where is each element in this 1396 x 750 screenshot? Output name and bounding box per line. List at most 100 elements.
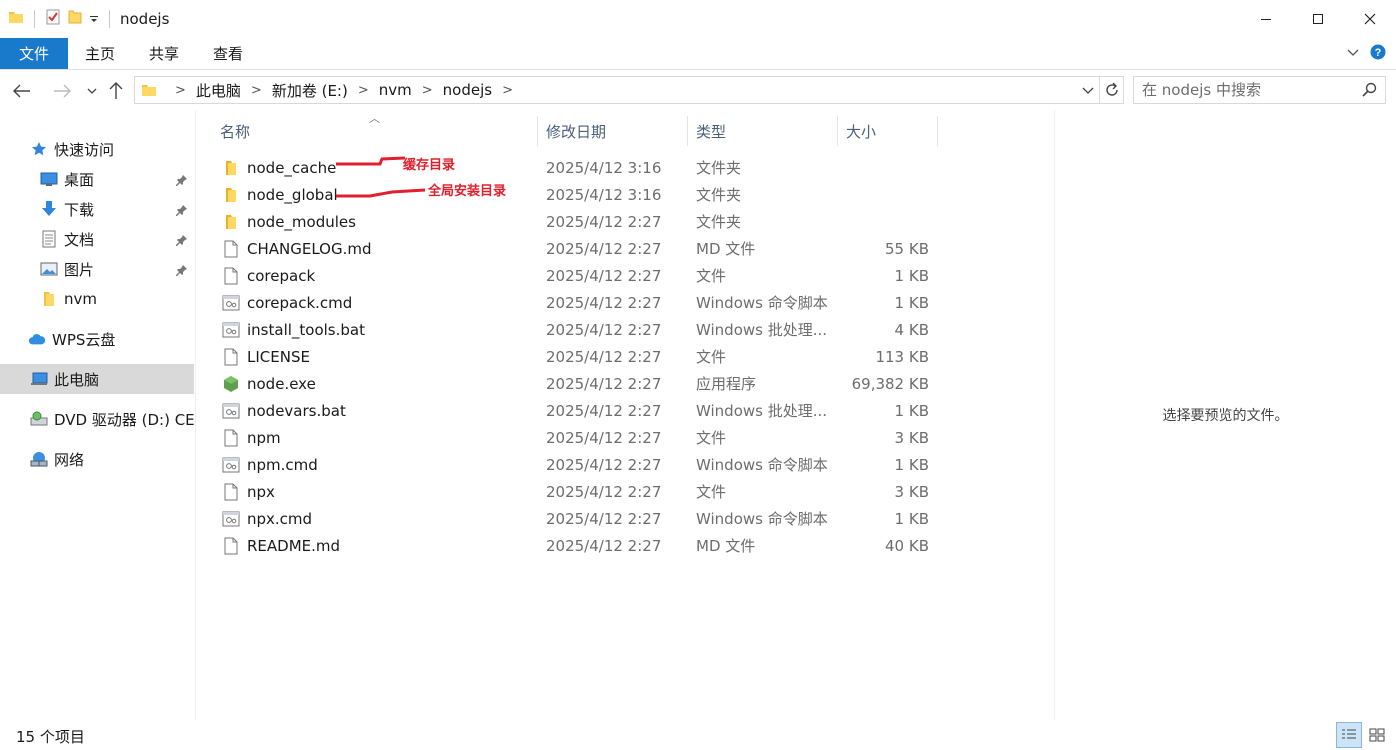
file-date: 2025/4/12 2:27 (546, 401, 662, 420)
sidebar-item-downloads[interactable]: 下载 (0, 194, 194, 224)
file-date: 2025/4/12 2:27 (546, 509, 662, 528)
file-row[interactable]: node_cache 2025/4/12 3:16 文件夹 (198, 154, 943, 181)
pin-icon[interactable] (176, 232, 188, 250)
sidebar-item-label: WPS云盘 (52, 330, 116, 349)
network-icon (30, 450, 48, 468)
file-size: 3 KB (894, 428, 929, 447)
file-date: 2025/4/12 2:27 (546, 536, 662, 555)
breadcrumb-separator-icon[interactable]: > (358, 83, 369, 98)
ribbon-tabs: 文件 主页 共享 查看 ? (0, 38, 1396, 70)
sidebar-item-label: 图片 (64, 260, 95, 279)
file-row[interactable]: npx.cmd 2025/4/12 2:27 Windows 命令脚本 1 KB (198, 505, 943, 532)
file-size (838, 154, 929, 181)
file-row[interactable]: CHANGELOG.md 2025/4/12 2:27 MD 文件 55 KB (198, 235, 943, 262)
help-icon[interactable]: ? (1370, 44, 1386, 64)
breadcrumb-nvm[interactable]: nvm (379, 81, 412, 99)
breadcrumb-separator-icon[interactable]: > (175, 83, 186, 98)
sidebar-item-label: 桌面 (64, 170, 95, 189)
pictures-icon (40, 260, 58, 278)
sidebar-item-quick-access[interactable]: 快速访问 (0, 134, 194, 164)
customize-toolbar-icon[interactable] (89, 10, 99, 28)
sidebar-item-desktop[interactable]: 桌面 (0, 164, 194, 194)
folder-icon (40, 290, 58, 308)
new-folder-icon[interactable] (67, 9, 83, 29)
column-header-size[interactable]: 大小 (838, 116, 938, 146)
tab-view[interactable]: 查看 (196, 38, 260, 69)
file-name: corepack.cmd (247, 293, 353, 312)
file-date: 2025/4/12 3:16 (546, 158, 662, 177)
arrow-up-icon (109, 82, 123, 99)
search-input[interactable] (1142, 81, 1352, 99)
column-header-name[interactable]: 名称 (212, 116, 538, 146)
column-header-date[interactable]: 修改日期 (538, 116, 688, 146)
back-button[interactable] (10, 78, 34, 104)
folder-icon[interactable] (8, 9, 24, 29)
file-row[interactable]: node.exe 2025/4/12 2:27 应用程序 69,382 KB (198, 370, 943, 397)
sidebar-item-documents[interactable]: 文档 (0, 224, 194, 254)
minimize-button[interactable] (1240, 0, 1292, 38)
arrow-right-icon (54, 84, 71, 98)
up-button[interactable] (104, 78, 128, 104)
tab-share[interactable]: 共享 (132, 38, 196, 69)
file-name: npx.cmd (247, 509, 313, 528)
file-row[interactable]: node_modules 2025/4/12 2:27 文件夹 (198, 208, 943, 235)
file-size (838, 208, 929, 235)
sidebar-item-network[interactable]: 网络 (0, 444, 194, 474)
tab-file[interactable]: 文件 (0, 38, 68, 69)
file-row[interactable]: npx 2025/4/12 2:27 文件 3 KB (198, 478, 943, 505)
breadcrumb-separator-icon[interactable]: > (251, 83, 262, 98)
file-row[interactable]: LICENSE 2025/4/12 2:27 文件 113 KB (198, 343, 943, 370)
file-icon (222, 262, 240, 289)
file-name: LICENSE (247, 347, 310, 366)
maximize-button[interactable] (1292, 0, 1344, 38)
script-icon (222, 289, 240, 316)
address-bar[interactable]: > 此电脑 > 新加卷 (E:) > nvm > nodejs > (134, 76, 1100, 104)
sidebar-item-pictures[interactable]: 图片 (0, 254, 194, 284)
properties-icon[interactable] (45, 9, 61, 29)
file-row[interactable]: node_global 2025/4/12 3:16 文件夹 (198, 181, 943, 208)
file-row[interactable]: README.md 2025/4/12 2:27 MD 文件 40 KB (198, 532, 943, 559)
sidebar-item-nvm[interactable]: nvm (0, 284, 194, 314)
breadcrumb-nodejs[interactable]: nodejs (443, 81, 492, 99)
file-size: 3 KB (894, 482, 929, 501)
file-name: README.md (247, 536, 341, 555)
pin-icon[interactable] (176, 262, 188, 280)
file-date: 2025/4/12 2:27 (546, 320, 662, 339)
file-name: node_modules (247, 212, 356, 231)
breadcrumb-separator-icon[interactable]: > (502, 83, 513, 98)
tab-home[interactable]: 主页 (68, 38, 132, 69)
file-date: 2025/4/12 2:27 (546, 374, 662, 393)
file-name: install_tools.bat (247, 320, 365, 339)
svg-text:?: ? (1375, 47, 1382, 59)
script-icon (222, 451, 240, 478)
large-icons-view-button[interactable] (1364, 722, 1390, 748)
file-date: 2025/4/12 2:27 (546, 239, 662, 258)
address-history-button[interactable] (1079, 81, 1097, 99)
sidebar-item-wps-cloud[interactable]: WPS云盘 (0, 324, 194, 354)
file-name: CHANGELOG.md (247, 239, 372, 258)
file-row[interactable]: npm.cmd 2025/4/12 2:27 Windows 命令脚本 1 KB (198, 451, 943, 478)
search-icon[interactable] (1361, 82, 1377, 102)
column-header-type[interactable]: 类型 (688, 116, 838, 146)
details-view-button[interactable] (1336, 722, 1362, 748)
sidebar-item-dvd-drive[interactable]: DVD 驱动器 (D:) CES (0, 404, 195, 434)
pin-icon[interactable] (176, 202, 188, 220)
breadcrumb-drive-e[interactable]: 新加卷 (E:) (272, 80, 348, 101)
toolbar-divider (34, 10, 35, 28)
pin-icon[interactable] (176, 172, 188, 190)
sidebar-item-this-pc[interactable]: 此电脑 (0, 364, 194, 394)
file-row[interactable]: corepack.cmd 2025/4/12 2:27 Windows 命令脚本 1 … (198, 289, 943, 316)
file-type: MD 文件 (696, 240, 756, 258)
close-button[interactable] (1344, 0, 1396, 38)
file-row[interactable]: corepack 2025/4/12 2:27 文件 1 KB (198, 262, 943, 289)
breadcrumb-this-pc[interactable]: 此电脑 (196, 80, 241, 101)
forward-button[interactable] (50, 78, 74, 104)
file-row[interactable]: npm 2025/4/12 2:27 文件 3 KB (198, 424, 943, 451)
recent-locations-button[interactable] (80, 78, 104, 104)
search-box[interactable] (1133, 76, 1386, 104)
expand-ribbon-icon[interactable] (1346, 45, 1360, 63)
file-row[interactable]: install_tools.bat 2025/4/12 2:27 Windows 批… (198, 316, 943, 343)
refresh-button[interactable] (1100, 76, 1124, 104)
breadcrumb-separator-icon[interactable]: > (422, 83, 433, 98)
file-row[interactable]: nodevars.bat 2025/4/12 2:27 Windows 批处理...… (198, 397, 943, 424)
